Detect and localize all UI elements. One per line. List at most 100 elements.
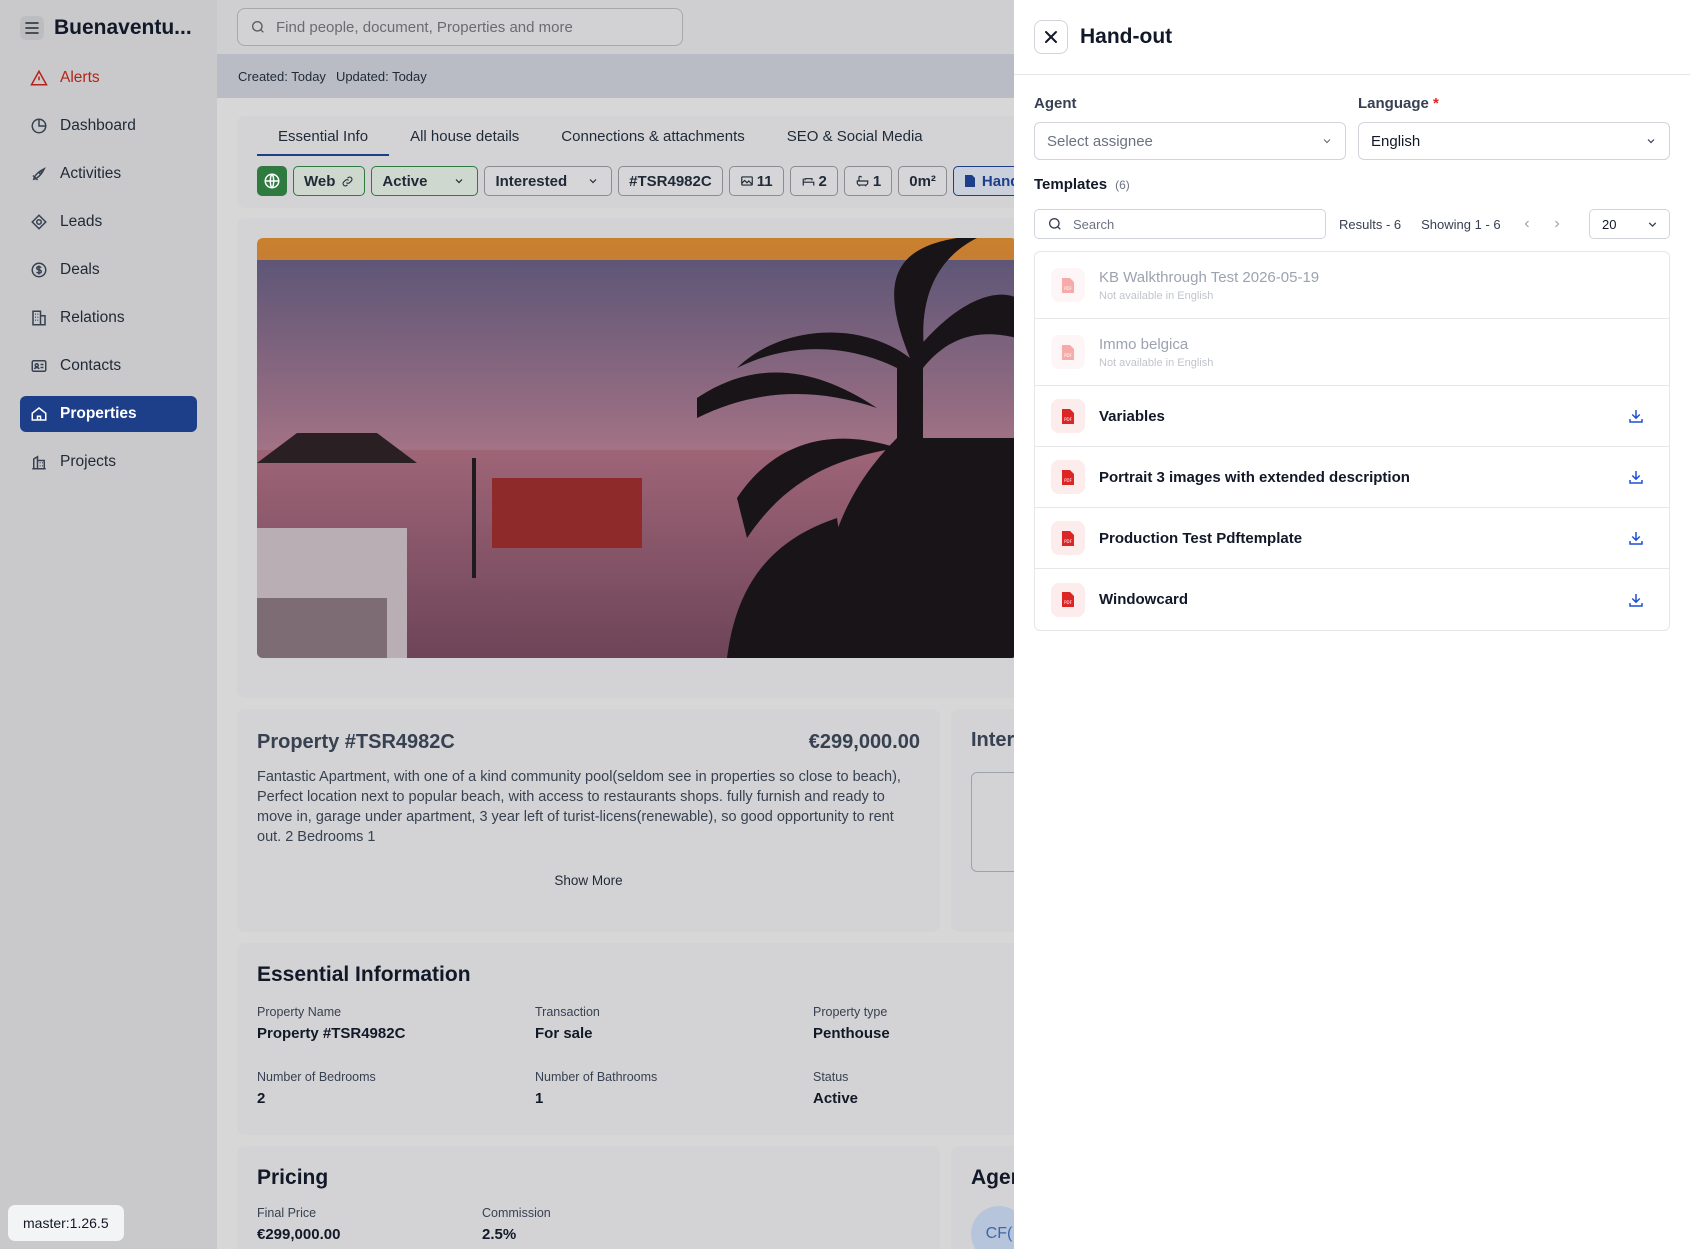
pdf-file-icon: PDF	[1051, 399, 1085, 433]
list-item[interactable]: PDF Portrait 3 images with extended desc…	[1035, 447, 1669, 508]
field-transaction: Transaction For sale	[535, 1005, 600, 1042]
per-page-value: 20	[1602, 216, 1617, 232]
image-icon	[740, 176, 753, 186]
bed-icon	[802, 178, 814, 186]
list-item[interactable]: PDF Windowcard	[1035, 569, 1669, 630]
language-value: English	[1371, 132, 1421, 150]
per-page-select[interactable]: 20	[1589, 209, 1670, 239]
sidebar-item-projects[interactable]: Projects	[20, 444, 197, 480]
bedrooms-chip: 2	[789, 166, 838, 196]
web-link-chip[interactable]: Web	[293, 166, 366, 196]
sidebar-item-label: Contacts	[60, 357, 122, 374]
target-icon	[31, 214, 47, 230]
sidebar-item-properties[interactable]: Properties	[20, 396, 197, 432]
field-bathrooms: Number of Bathrooms 1	[535, 1070, 658, 1107]
list-item[interactable]: PDF Production Test Pdftemplate	[1035, 508, 1669, 569]
sidebar-item-label: Activities	[60, 165, 122, 182]
tab-essential-info[interactable]: Essential Info	[257, 116, 390, 156]
agent-field: Agent Select assignee	[1034, 95, 1346, 160]
template-search-input[interactable]: Search	[1034, 209, 1326, 239]
rocket-icon	[32, 167, 46, 181]
chevron-down-icon	[589, 179, 597, 184]
sidebar-item-deals[interactable]: Deals	[20, 252, 197, 288]
drawer-title: Hand-out	[1080, 25, 1173, 48]
template-name: Variables	[1099, 407, 1165, 425]
beach-sunset-image	[257, 238, 1017, 658]
chevron-left-icon[interactable]	[1521, 218, 1533, 230]
link-icon	[342, 176, 353, 186]
sidebar-item-activities[interactable]: Activities	[20, 156, 197, 192]
templates-title: Templates	[1034, 176, 1108, 193]
created-text: Created: Today	[238, 68, 326, 84]
download-icon[interactable]	[1627, 529, 1645, 547]
svg-text:PDF: PDF	[1064, 417, 1072, 422]
chevron-down-icon	[1648, 221, 1657, 227]
sidebar: Buenaventu... Alerts Dashboard Activitie…	[0, 0, 217, 1249]
pdf-file-icon: PDF	[1051, 335, 1085, 369]
sidebar-item-label: Projects	[60, 453, 116, 470]
sidebar-item-dashboard[interactable]: Dashboard	[20, 108, 197, 144]
pricing-card: Pricing Final Price €299,000.00 Commissio…	[237, 1146, 940, 1249]
template-note: Not available in English	[1099, 356, 1214, 369]
brand: Buenaventu...	[20, 14, 192, 42]
download-icon[interactable]	[1627, 407, 1645, 425]
web-label: Web	[304, 172, 336, 190]
template-name: Production Test Pdftemplate	[1099, 529, 1303, 547]
pdf-file-icon: PDF	[1051, 521, 1085, 555]
svg-text:PDF: PDF	[1064, 478, 1072, 483]
download-icon[interactable]	[1627, 591, 1645, 609]
version-badge: master:1.26.5	[8, 1205, 124, 1241]
template-name: Windowcard	[1099, 591, 1189, 608]
showing-range: Showing 1 - 6	[1421, 216, 1501, 232]
download-icon[interactable]	[1627, 468, 1645, 486]
sidebar-item-label: Properties	[60, 405, 137, 422]
sidebar-item-label: Relations	[60, 309, 125, 326]
list-item[interactable]: PDF Variables	[1035, 386, 1669, 447]
pdf-file-icon: PDF	[1051, 268, 1085, 302]
brand-name: Buenaventu...	[54, 16, 192, 39]
tab-all-house-details[interactable]: All house details	[389, 116, 540, 156]
list-item: PDF KB Walkthrough Test 2026-05-19 Not a…	[1035, 252, 1669, 319]
template-name: Immo belgica	[1099, 335, 1189, 353]
field-final-price: Final Price €299,000.00	[257, 1206, 341, 1243]
interest-dropdown[interactable]: Interested	[484, 166, 613, 196]
agent-select[interactable]: Select assignee	[1034, 122, 1346, 160]
menu-toggle-button[interactable]	[20, 16, 44, 40]
template-name: Portrait 3 images with extended descript…	[1099, 468, 1410, 486]
sidebar-item-alerts[interactable]: Alerts	[20, 60, 197, 96]
close-button[interactable]	[1034, 20, 1068, 54]
publish-toggle[interactable]	[257, 166, 287, 196]
tab-connections-attachments[interactable]: Connections & attachments	[540, 116, 765, 156]
status-dropdown[interactable]: Active	[371, 166, 479, 196]
pdf-file-icon: PDF	[1051, 582, 1085, 617]
bath-icon	[856, 175, 869, 187]
reference-chip: #TSR4982C	[618, 166, 723, 196]
language-select[interactable]: English	[1358, 122, 1670, 160]
property-price: €299,000.00	[808, 730, 920, 753]
chevron-down-icon	[456, 179, 463, 184]
template-search-placeholder: Search	[1073, 216, 1115, 232]
dollar-circle-icon	[31, 262, 47, 278]
sidebar-item-label: Dashboard	[60, 117, 136, 134]
drawer-header: Hand-out	[1014, 0, 1690, 75]
updated-text: Updated: Today	[335, 68, 427, 84]
chevron-right-icon[interactable]	[1551, 218, 1563, 230]
handout-drawer: Hand-out Agent Select assignee Language …	[1014, 0, 1690, 1249]
sidebar-item-relations[interactable]: Relations	[20, 300, 197, 336]
sidebar-item-leads[interactable]: Leads	[20, 204, 197, 240]
tab-seo-social-media[interactable]: SEO & Social Media	[766, 116, 944, 156]
images-count-chip: 11	[728, 166, 784, 196]
sidebar-item-contacts[interactable]: Contacts	[20, 348, 197, 384]
search-icon	[251, 21, 264, 33]
chevron-down-icon	[1647, 139, 1655, 144]
document-icon	[964, 175, 975, 187]
show-more-button[interactable]: Show More	[237, 873, 940, 888]
property-photo[interactable]	[257, 238, 1017, 658]
field-commission: Commission 2.5%	[482, 1206, 551, 1243]
close-icon	[1045, 31, 1057, 43]
required-marker: *	[1433, 95, 1439, 112]
property-title: Property #TSR4982C	[257, 730, 455, 753]
global-search-input[interactable]: Find people, document, Properties and mo…	[237, 8, 683, 46]
property-chips: Web Active Interested #TSR4982C 11 2 1 0…	[257, 166, 1059, 196]
property-description: Fantastic Apartment, with one of a kind …	[257, 769, 901, 845]
